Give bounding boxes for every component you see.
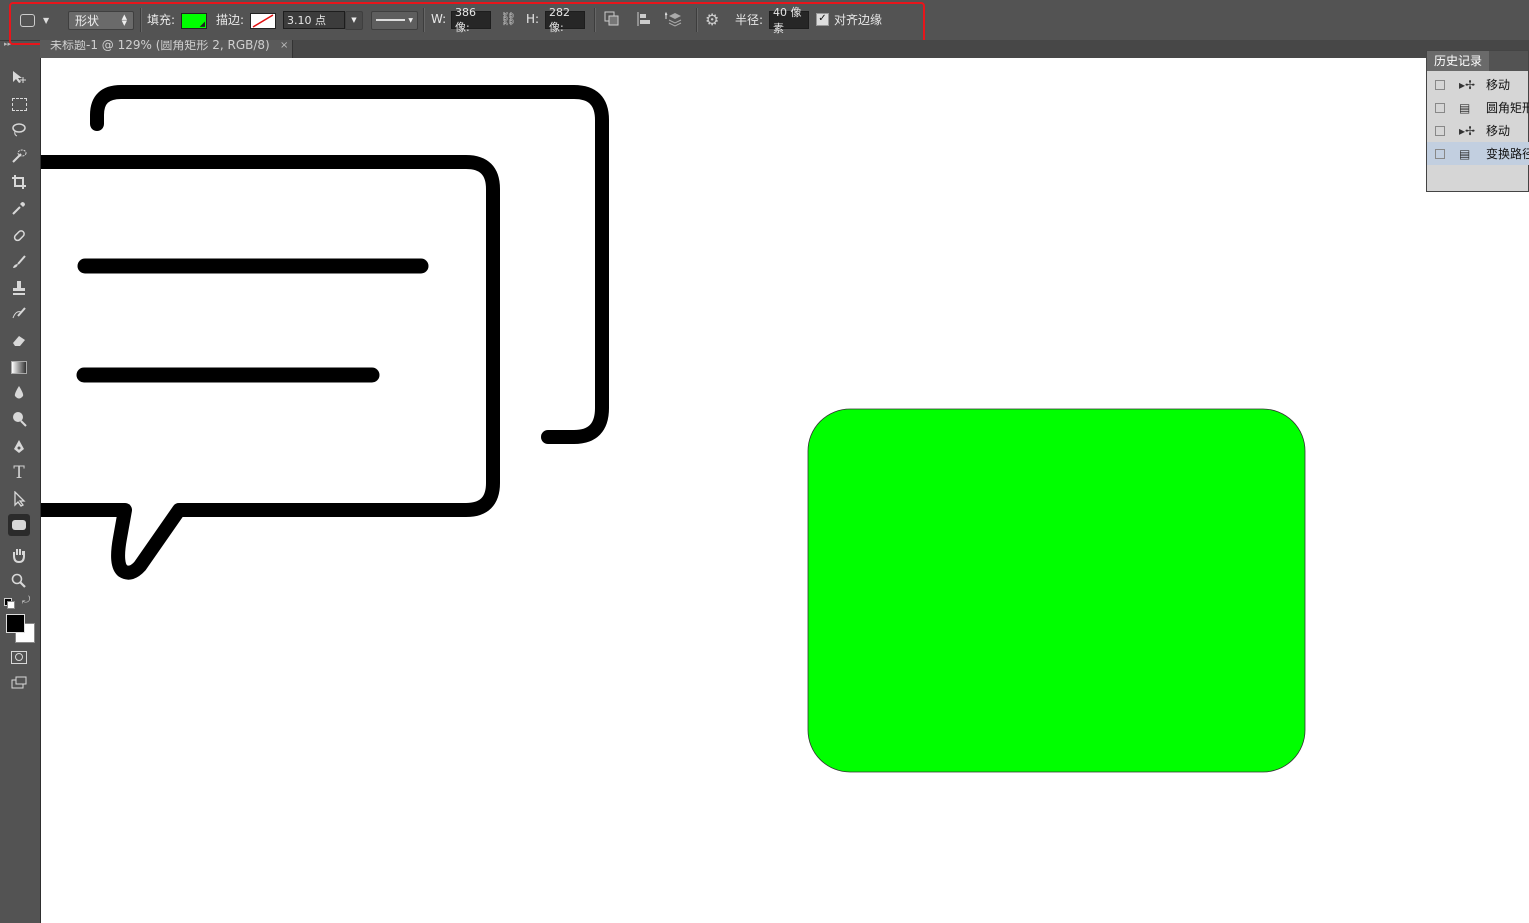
chevron-down-icon: ▼: [408, 16, 413, 24]
stroke-label: 描边:: [216, 12, 245, 27]
document-canvas[interactable]: [41, 58, 1529, 923]
tools-panel: ▸▸ T ⤾: [0, 40, 41, 923]
chevron-down-icon: ▼: [43, 15, 50, 25]
height-value: 282 像:: [549, 5, 570, 34]
chevron-down-icon: ▼: [351, 16, 357, 24]
screen-mode-icon[interactable]: [8, 673, 30, 695]
radius-label: 半径:: [735, 12, 764, 27]
hand-tool-icon[interactable]: [8, 544, 30, 566]
width-label: W:: [431, 12, 447, 26]
fill-swatch[interactable]: ◢: [181, 13, 207, 29]
history-brush-tool-icon[interactable]: [8, 303, 30, 325]
gear-icon[interactable]: ⚙: [705, 9, 719, 29]
pen-tool-icon[interactable]: [8, 436, 30, 458]
align-edges-checkbox[interactable]: ✓ 对齐边缘: [816, 9, 882, 29]
type-tool-icon[interactable]: T: [8, 462, 30, 484]
history-panel: 历史记录 ▸✢ 移动 ▤ 圆角矩形 ▸✢ 移动 ▤ 变换路径: [1426, 50, 1529, 192]
height-input[interactable]: 282 像:: [545, 6, 585, 34]
swap-colors-icon[interactable]: ⤾: [22, 595, 30, 606]
radius-input[interactable]: 40 像素: [769, 6, 809, 35]
stroke-type-select[interactable]: ▼: [371, 10, 418, 30]
move-tool-icon[interactable]: [8, 66, 30, 88]
eraser-tool-icon[interactable]: [8, 329, 30, 351]
history-snapshot-checkbox[interactable]: [1435, 102, 1445, 113]
rounded-rectangle-tool-icon[interactable]: [8, 514, 30, 536]
history-snapshot-checkbox[interactable]: [1435, 79, 1445, 90]
document-icon: ▤: [1459, 100, 1471, 115]
history-item[interactable]: ▤ 圆角矩形: [1427, 96, 1529, 119]
quick-mask-icon[interactable]: [8, 646, 30, 668]
link-dimensions-icon[interactable]: ⛓: [500, 9, 517, 29]
history-item[interactable]: ▸✢ 移动: [1427, 119, 1529, 142]
move-icon: ▸✢: [1459, 123, 1476, 138]
close-icon[interactable]: ×: [280, 40, 288, 51]
options-bar: ▼ 形状 ▲ ▼ 填充: ◢ 描边: 3.10 点 ▼ ▼ W: 386 像: …: [0, 0, 1529, 41]
width-input[interactable]: 386 像:: [451, 6, 491, 34]
rounded-rect-icon: [20, 13, 35, 27]
tool-preset-picker[interactable]: ▼: [20, 10, 49, 30]
document-icon: ▤: [1459, 146, 1471, 161]
lasso-tool-icon[interactable]: [8, 119, 30, 141]
green-rounded-rectangle: [807, 408, 1306, 773]
document-tab-bar: 未标题-1 @ 129% (圆角矩形 2, RGB/8) ×: [40, 40, 1529, 58]
fill-label: 填充:: [147, 12, 176, 27]
zoom-tool-icon[interactable]: [8, 570, 30, 592]
brush-tool-icon[interactable]: [8, 251, 30, 273]
marquee-tool-icon[interactable]: [8, 93, 30, 115]
blur-tool-icon[interactable]: [8, 382, 30, 404]
stroke-size-dropdown[interactable]: ▼: [345, 10, 363, 30]
healing-brush-tool-icon[interactable]: [8, 225, 30, 247]
history-snapshot-checkbox[interactable]: [1435, 148, 1445, 159]
separator: [423, 8, 425, 32]
eyedropper-tool-icon[interactable]: [8, 197, 30, 219]
updown-icon: ▲ ▼: [121, 13, 127, 27]
tool-mode-select[interactable]: 形状 ▲ ▼: [68, 10, 134, 30]
checkbox-checked-icon: ✓: [816, 12, 829, 26]
history-item-selected[interactable]: ▤ 变换路径: [1427, 142, 1529, 165]
history-panel-tab[interactable]: 历史记录: [1427, 51, 1490, 71]
path-operations-icon[interactable]: [604, 9, 620, 29]
history-item-label: 移动: [1486, 124, 1511, 138]
crop-tool-icon[interactable]: [8, 171, 30, 193]
history-item[interactable]: ▸✢ 移动: [1427, 73, 1529, 96]
stroke-size-input[interactable]: 3.10 点: [283, 11, 345, 29]
history-snapshot-checkbox[interactable]: [1435, 125, 1445, 136]
tool-mode-value: 形状: [75, 13, 100, 28]
separator: [696, 8, 698, 32]
align-edges-label: 对齐边缘: [834, 12, 883, 27]
document-tab[interactable]: 未标题-1 @ 129% (圆角矩形 2, RGB/8): [40, 40, 293, 58]
height-label: H:: [526, 12, 540, 26]
solid-line-icon: [376, 19, 406, 21]
quick-selection-tool-icon[interactable]: [8, 145, 30, 167]
separator: [140, 8, 142, 32]
move-icon: ▸✢: [1459, 77, 1476, 92]
history-item-label: 圆角矩形: [1486, 101, 1529, 115]
history-panel-header: 历史记录: [1427, 51, 1528, 71]
document-tab-title: 未标题-1 @ 129% (圆角矩形 2, RGB/8): [50, 40, 270, 52]
separator: [594, 8, 596, 32]
foreground-color-swatch[interactable]: [6, 614, 25, 633]
gradient-tool-icon[interactable]: [8, 356, 30, 378]
clone-stamp-tool-icon[interactable]: [8, 277, 30, 299]
canvas-artwork: [41, 85, 1306, 773]
radius-value: 40 像素: [773, 6, 802, 35]
history-item-label: 移动: [1486, 78, 1511, 92]
history-item-label: 变换路径: [1486, 147, 1529, 161]
width-value: 386 像:: [455, 5, 476, 34]
path-alignment-icon[interactable]: [636, 9, 652, 29]
front-chat-bubble-shape: [41, 155, 500, 580]
default-colors-icon[interactable]: [4, 598, 15, 609]
stroke-swatch[interactable]: [250, 13, 276, 29]
chevron-down-icon: ◢: [199, 20, 205, 28]
path-arrangement-icon[interactable]: [665, 9, 685, 29]
path-selection-tool-icon[interactable]: [8, 488, 30, 510]
dodge-tool-icon[interactable]: [8, 408, 30, 430]
stroke-size-value: 3.10 点: [287, 14, 326, 27]
toolbar-grip: ▸▸: [4, 40, 12, 48]
no-color-slash-icon: [252, 14, 274, 28]
